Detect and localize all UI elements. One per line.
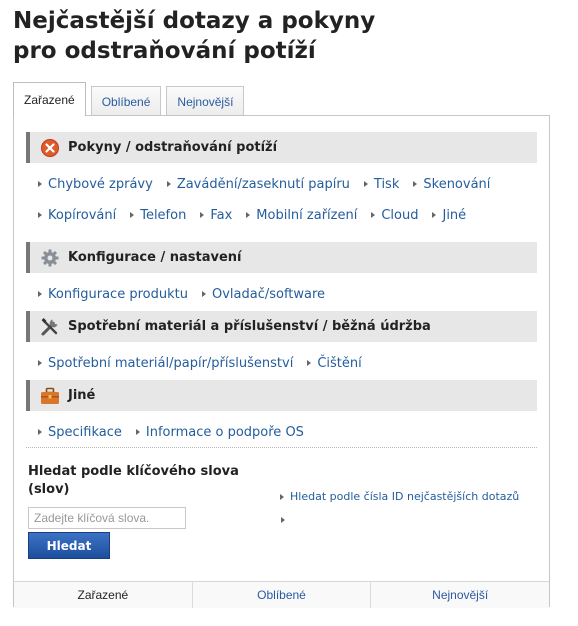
tab-bar: Zařazené Oblíbené Nejnovější (13, 82, 249, 116)
caret-right-icon (38, 291, 42, 297)
bottom-tab-bar: Zařazené Oblíbené Nejnovější (14, 581, 549, 608)
link-mobilni-zarizeni[interactable]: Mobilní zařízení (246, 208, 357, 223)
link-chybove-zpravy[interactable]: Chybové zprávy (38, 177, 153, 192)
link-kopirovani[interactable]: Kopírování (38, 208, 116, 223)
link-tisk[interactable]: Tisk (363, 177, 399, 192)
faq-panel: Pokyny / odstraňování potíží Chybové zpr… (13, 115, 550, 608)
caret-right-icon (246, 212, 251, 218)
link-informace-podpora-os[interactable]: Informace o podpoře OS (135, 425, 304, 440)
section-divider (26, 447, 537, 448)
keyword-search-input[interactable] (28, 507, 186, 529)
caret-right-icon (200, 212, 205, 218)
category-title: Spotřební materiál a příslušenství / běž… (68, 319, 431, 334)
caret-right-icon (130, 212, 135, 218)
category-header-supplies: Spotřební materiál a příslušenství / běž… (26, 311, 537, 342)
tab-nejnovejsi[interactable]: Nejnovější (166, 86, 245, 116)
link-cloud[interactable]: Cloud (371, 208, 418, 223)
caret-right-icon (166, 181, 171, 187)
caret-right-icon (432, 212, 437, 218)
link-zavadeni-papiru[interactable]: Zavádění/zaseknutí papíru (166, 177, 350, 192)
link-row: Specifikace Informace o podpoře OS (38, 422, 304, 442)
page-title-line-1: Nejčastější dotazy a pokyny (13, 8, 376, 34)
link-jine[interactable]: Jiné (432, 208, 466, 223)
link-row: Spotřební materiál/papír/příslušenství Č… (38, 353, 362, 373)
caret-right-icon (38, 360, 42, 366)
caret-right-icon (135, 429, 140, 435)
caret-right-icon (38, 212, 42, 218)
tab-zarazene[interactable]: Zařazené (13, 82, 86, 116)
link-fax[interactable]: Fax (200, 208, 232, 223)
caret-right-icon (363, 181, 368, 187)
link-skenovani[interactable]: Skenování (413, 177, 490, 192)
category-header-troubleshooting: Pokyny / odstraňování potíží (26, 132, 537, 163)
link-cisteni[interactable]: Čištění (307, 356, 362, 371)
caret-right-icon (307, 360, 312, 366)
keyword-search-label: Hledat podle klíčového slova (slov) (28, 464, 239, 497)
search-button[interactable]: Hledat (28, 532, 110, 559)
link-spotrebni-material[interactable]: Spotřební materiál/papír/příslušenství (38, 356, 293, 371)
bottom-tab-nejnovejsi[interactable]: Nejnovější (370, 582, 549, 608)
category-title: Pokyny / odstraňování potíží (68, 140, 278, 155)
briefcase-icon (40, 386, 60, 406)
caret-right-icon (38, 181, 42, 187)
caret-right-icon (371, 212, 376, 218)
tools-icon (40, 317, 60, 337)
link-telefon[interactable]: Telefon (130, 208, 186, 223)
gear-icon (40, 248, 60, 268)
link-specifikace[interactable]: Specifikace (38, 425, 122, 440)
faq-id-search-link[interactable]: Hledat podle čísla ID nejčastějších dota… (280, 490, 519, 503)
category-header-other: Jiné (26, 380, 537, 411)
caret-right-icon (38, 429, 42, 435)
link-row: Konfigurace produktu Ovladač/software (38, 284, 325, 304)
link-ovladac-software[interactable]: Ovladač/software (201, 287, 325, 302)
bottom-tab-oblibene[interactable]: Oblíbené (191, 582, 371, 608)
category-title: Jiné (68, 388, 96, 403)
category-header-configuration: Konfigurace / nastavení (26, 242, 537, 273)
caret-right-icon (413, 181, 418, 187)
tab-oblibene[interactable]: Oblíbené (90, 86, 162, 116)
caret-right-icon[interactable] (281, 517, 285, 523)
category-title: Konfigurace / nastavení (68, 250, 242, 265)
link-row: Kopírování Telefon Fax Mobilní zařízení … (38, 205, 466, 225)
caret-right-icon (280, 493, 284, 500)
page-title: Nejčastější dotazy a pokyny pro odstraňo… (13, 6, 375, 66)
caret-right-icon (201, 291, 206, 297)
page-title-line-2: pro odstraňování potíží (13, 38, 316, 64)
error-x-icon (40, 138, 60, 158)
bottom-tab-zarazene[interactable]: Zařazené (14, 582, 192, 608)
link-row: Chybové zprávy Zavádění/zaseknutí papíru… (38, 174, 490, 194)
link-konfigurace-produktu[interactable]: Konfigurace produktu (38, 287, 188, 302)
